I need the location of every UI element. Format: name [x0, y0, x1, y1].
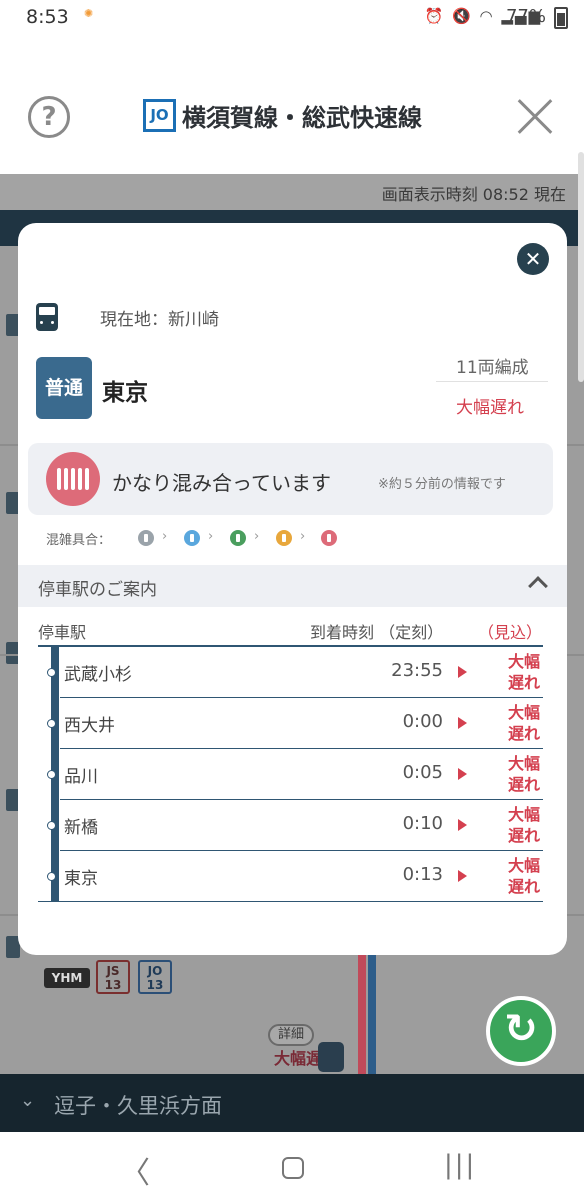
train-type-badge: 普通 — [36, 357, 92, 419]
stop-dot — [47, 872, 56, 881]
stop-name: 新橋 — [64, 818, 98, 838]
list-item: 新橋 0:10 大幅遅れ — [38, 800, 543, 851]
display-time-bar: 画面表示時刻 08:52 現在 — [0, 174, 584, 210]
chevron-right-icon: › — [254, 529, 260, 544]
arrow-right-icon — [458, 870, 467, 882]
stop-name: 品川 — [64, 767, 98, 787]
stop-status: 大幅遅れ — [508, 754, 541, 794]
system-nav-bar: 〈 ||| — [0, 1132, 584, 1200]
chevron-right-icon: › — [300, 529, 306, 544]
home-icon[interactable] — [282, 1157, 304, 1179]
stop-dot — [47, 770, 56, 779]
direction-label: 逗子・久里浜方面 — [54, 1094, 222, 1118]
stop-time: 0:10 — [402, 813, 443, 834]
train-icon[interactable] — [318, 1042, 344, 1072]
arrow-right-icon — [458, 819, 467, 831]
crowd-level-4-icon — [276, 530, 292, 546]
battery-percent: 77% — [505, 6, 546, 27]
refresh-button[interactable]: ↻ — [486, 996, 556, 1066]
direction-bar[interactable]: ⌄ 逗子・久里浜方面 — [0, 1074, 584, 1132]
stops-section-header[interactable]: 停車駅のご案内 — [18, 565, 567, 607]
stop-name: 西大井 — [64, 716, 115, 736]
page-title: 横須賀線・総武快速線 — [182, 104, 422, 132]
stop-dot — [47, 668, 56, 677]
chevron-right-icon: › — [208, 529, 214, 544]
chevron-down-icon: ⌄ — [20, 1090, 36, 1111]
train-icon — [36, 303, 58, 331]
list-item: 東京 0:13 大幅遅れ — [38, 851, 543, 902]
station-code-js: JS 13 — [96, 960, 130, 994]
crowd-info-box: かなり混み合っています ※約５分前の情報です — [28, 443, 553, 515]
line-code-badge: JO — [143, 99, 176, 132]
list-item: 品川 0:05 大幅遅れ — [38, 749, 543, 800]
crowd-level-icon — [46, 452, 100, 506]
stop-name: 東京 — [64, 869, 98, 889]
stop-time: 0:00 — [402, 711, 443, 732]
recent-apps-icon[interactable]: ||| — [444, 1150, 476, 1180]
list-item: 武蔵小杉 23:55 大幅遅れ — [38, 647, 543, 698]
stop-dot — [47, 719, 56, 728]
track-line-red — [358, 954, 366, 1074]
battery-icon — [554, 7, 568, 29]
station-code-yhm: YHM — [44, 968, 90, 988]
notification-dot-icon: ✺ — [84, 7, 94, 20]
column-station: 停車駅 — [38, 623, 87, 642]
close-icon[interactable] — [514, 96, 556, 138]
stop-time: 0:13 — [402, 864, 443, 885]
arrow-right-icon — [458, 717, 467, 729]
back-icon[interactable]: 〈 — [120, 1148, 150, 1192]
column-estimate: （見込） — [478, 623, 543, 642]
track-line-blue — [368, 954, 376, 1074]
status-time: 8:53 — [26, 6, 69, 28]
column-arrival: 到着時刻 （定刻） — [310, 623, 444, 642]
stop-time: 0:05 — [402, 762, 443, 783]
divider — [38, 901, 543, 902]
car-count: 11両編成 — [456, 358, 529, 378]
divider — [436, 381, 548, 382]
stop-status: 大幅遅れ — [508, 652, 541, 692]
chevron-up-icon[interactable] — [528, 576, 548, 596]
station-code-jo: JO 13 — [138, 960, 172, 994]
current-location: 現在地：新川崎 — [100, 310, 219, 330]
list-item: 西大井 0:00 大幅遅れ — [38, 698, 543, 749]
stop-status: 大幅遅れ — [508, 703, 541, 743]
crowd-text: かなり混み合っています — [112, 471, 331, 495]
stop-dot — [47, 821, 56, 830]
stops-title: 停車駅のご案内 — [38, 580, 157, 600]
stop-status: 大幅遅れ — [508, 805, 541, 845]
delay-status: 大幅遅れ — [456, 398, 524, 418]
stop-time: 23:55 — [391, 660, 443, 681]
crowd-note: ※約５分前の情報です — [378, 477, 506, 492]
arrow-right-icon — [458, 768, 467, 780]
arrow-right-icon — [458, 666, 467, 678]
crowd-level-1-icon — [138, 530, 154, 546]
crowd-level-3-icon — [230, 530, 246, 546]
app-header: ? JO 横須賀線・総武快速線 — [0, 36, 584, 174]
destination: 東京 — [102, 380, 148, 406]
display-time: 画面表示時刻 08:52 現在 — [381, 185, 566, 204]
detail-button[interactable]: 詳細 — [268, 1024, 314, 1046]
refresh-icon: ↻ — [504, 1006, 538, 1052]
scroll-indicator[interactable] — [578, 152, 584, 382]
status-bar: 8:53 ✺ ⏰ 🔇 ◠ ▂▄▆ 77% — [0, 0, 584, 36]
train-detail-modal: ✕ 現在地：新川崎 普通 東京 11両編成 大幅遅れ かなり混み合っています ※… — [18, 223, 567, 955]
chevron-right-icon: › — [162, 529, 168, 544]
crowd-scale-label: 混雑具合： — [46, 533, 112, 548]
modal-close-button[interactable]: ✕ — [517, 243, 549, 275]
crowd-level-2-icon — [184, 530, 200, 546]
stop-name: 武蔵小杉 — [64, 665, 132, 685]
crowd-level-5-icon — [321, 530, 337, 546]
help-button[interactable]: ? — [28, 96, 70, 138]
stop-status: 大幅遅れ — [508, 856, 541, 896]
